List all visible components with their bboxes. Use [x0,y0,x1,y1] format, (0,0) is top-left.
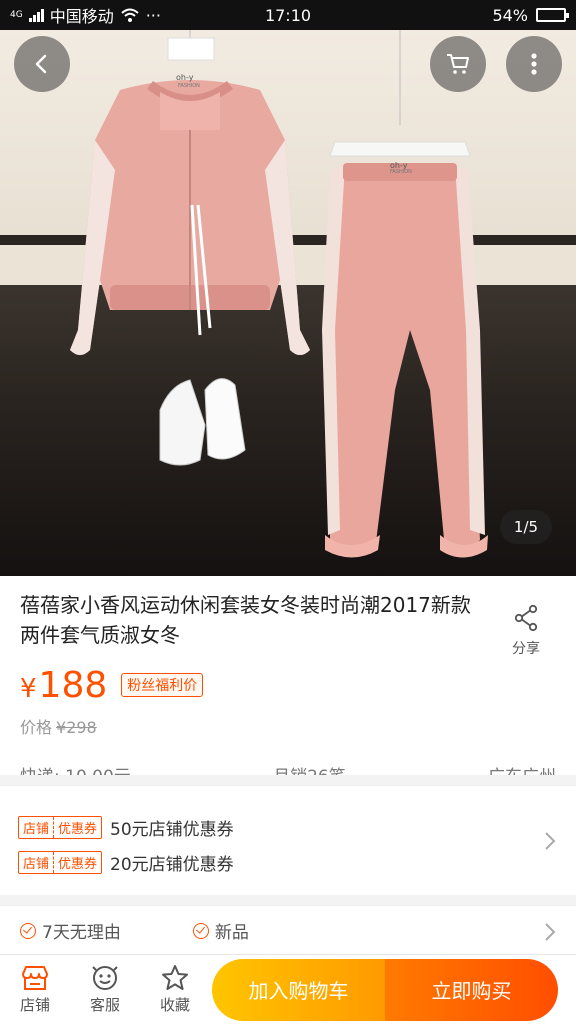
guarantee-item: 7天无理由 [20,918,121,943]
original-price-value: ¥298 [56,718,97,737]
carrier-name: 中国移动 [49,7,114,26]
check-circle-icon [20,922,36,939]
check-circle-icon [192,922,209,939]
fan-price-badge: 粉丝福利价 [121,673,204,697]
original-price: 价格 ¥298 [0,708,576,738]
favorite-button[interactable]: 收藏 [140,964,210,1015]
price-value: 188 [38,664,108,706]
battery-icon [536,8,569,22]
bottom-action-bar: 店铺 客服 收藏 加入购物车 立即购买 [0,954,576,1024]
more-status-icon: ··· [145,5,161,25]
product-image-gallery[interactable]: oh-y FASHION oh-y FASHION 1/5 [0,30,576,576]
star-icon [162,965,188,990]
coupon-text: 50元店铺优惠券 [110,820,234,840]
hanger-tag-subtext-right: FASHION [390,169,412,175]
product-info: 蓓蓓家小香风运动休闲套装女冬装时尚潮2017新款两件套气质淑女冬 分享 ¥188… [0,576,576,788]
coupon-tag: 店铺 优惠券 [18,851,103,874]
guarantee-item: 新品 [192,918,249,943]
shop-label: 店铺 [19,996,50,1014]
battery-percent: 54% [492,5,528,25]
add-to-cart-button[interactable]: 加入购物车 [212,958,385,1021]
wifi-icon [121,8,139,22]
favorite-label: 收藏 [159,996,190,1014]
network-badge: 4G [10,9,23,20]
customer-service-icon [92,966,118,990]
more-button[interactable] [506,36,562,92]
buy-now-button[interactable]: 立即购买 [385,958,558,1021]
coupon-tag: 店铺 优惠券 [18,816,103,839]
hanger-tag-text: oh-y [176,73,194,82]
chevron-right-icon [545,832,556,850]
shop-button[interactable]: 店铺 [0,964,70,1015]
shop-icon [22,966,48,990]
coupon-section[interactable]: 店铺 优惠券 50元店铺优惠券 店铺 优惠券 20元店铺优惠券 [0,785,576,895]
back-button[interactable] [14,36,70,92]
hanger-tag-subtext: FASHION [178,83,200,89]
current-price: ¥188 [20,665,107,706]
currency-symbol: ¥ [20,673,37,704]
share-label: 分享 [512,641,540,657]
coupon-item[interactable]: 店铺 优惠券 20元店铺优惠券 [18,845,556,880]
cart-icon [447,54,469,74]
product-title: 蓓蓓家小香风运动休闲套装女冬装时尚潮2017新款两件套气质淑女冬 [20,593,471,647]
guarantee-label: 新品 [214,923,249,943]
section-divider [0,895,576,905]
customer-service-button[interactable]: 客服 [70,964,140,1015]
coupon-tag-type: 优惠券 [53,817,101,838]
original-price-label: 价格 [20,718,53,737]
status-bar: 4G 中国移动 ··· 17:10 54% [0,0,576,30]
share-button[interactable]: 分享 [496,590,556,658]
coupon-tag-type: 优惠券 [53,852,101,873]
cart-button[interactable] [430,36,486,92]
coupon-item[interactable]: 店铺 优惠券 50元店铺优惠券 [18,810,556,845]
chevron-right-icon [545,923,556,941]
image-page-indicator: 1/5 [500,510,552,544]
coupon-text: 20元店铺优惠券 [110,855,234,875]
guarantee-label: 7天无理由 [42,923,121,943]
product-photo [70,30,488,558]
signal-icon [28,8,44,22]
coupon-tag-shop: 店铺 [23,822,50,837]
service-guarantee[interactable]: 7天无理由 新品 [0,905,576,955]
purchase-buttons: 加入购物车 立即购买 [212,958,558,1021]
more-vertical-icon [531,53,537,75]
customer-service-label: 客服 [89,996,120,1014]
section-divider [0,775,576,785]
chevron-left-icon [35,54,47,74]
coupon-tag-shop: 店铺 [23,857,50,872]
share-icon [514,604,538,632]
